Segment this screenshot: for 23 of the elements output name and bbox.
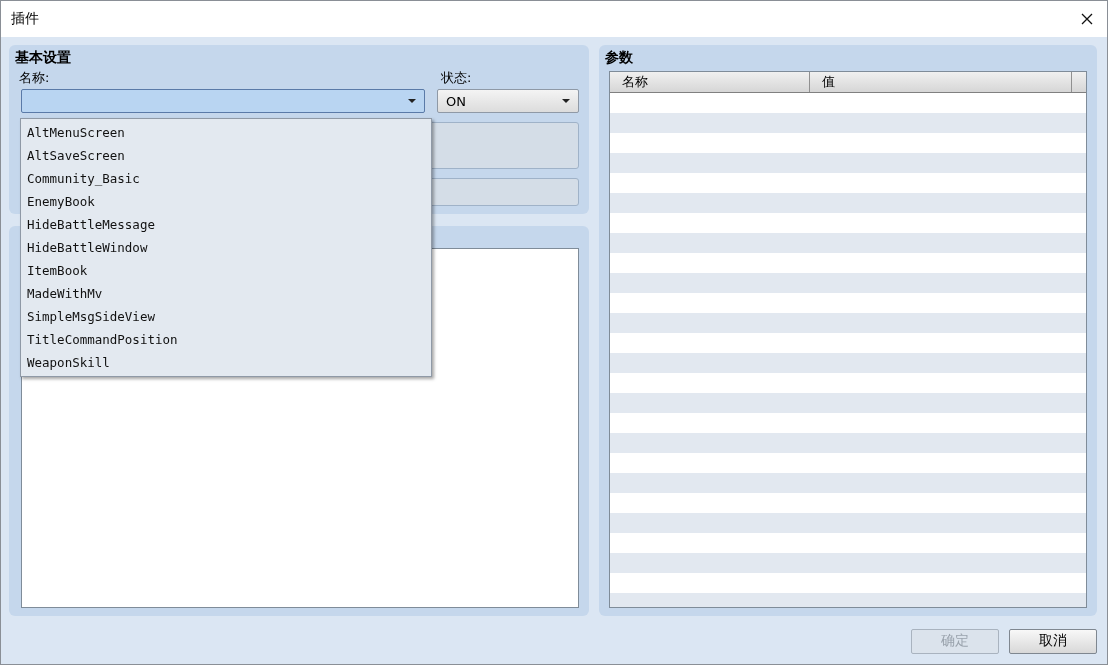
dropdown-option[interactable]: SimpleMsgSideView (21, 305, 431, 328)
dropdown-option[interactable]: EnemyBook (21, 190, 431, 213)
window-title: 插件 (11, 10, 39, 28)
dropdown-option[interactable]: AltMenuScreen (21, 121, 431, 144)
dropdown-option[interactable]: MadeWithMv (21, 282, 431, 305)
field-label: 名称: (19, 69, 51, 87)
field-label: 状态: (441, 69, 473, 87)
caret-icon (408, 99, 416, 103)
dropdown-option[interactable]: ItemBook (21, 259, 431, 282)
dropdown-option[interactable]: AltSaveScreen (21, 144, 431, 167)
dropdown-option[interactable]: WeaponSkill (21, 351, 431, 374)
status-dropdown[interactable]: ON (437, 89, 579, 113)
panel-title: 参数 (605, 49, 634, 67)
name-dropdown[interactable] (21, 89, 425, 113)
dialog-button[interactable]: 取消 (1009, 628, 1097, 654)
column-header[interactable]: 名称 (610, 72, 810, 92)
column-header[interactable]: 值 (810, 72, 1072, 92)
caret-icon (562, 99, 570, 103)
dropdown-option[interactable]: HideBattleMessage (21, 213, 431, 236)
dropdown-option[interactable]: TitleCommandPosition (21, 328, 431, 351)
dropdown-option[interactable]: Community_Basic (21, 167, 431, 190)
dropdown-option[interactable]: HideBattleWindow (21, 236, 431, 259)
panel-title: 基本设置 (15, 49, 72, 67)
